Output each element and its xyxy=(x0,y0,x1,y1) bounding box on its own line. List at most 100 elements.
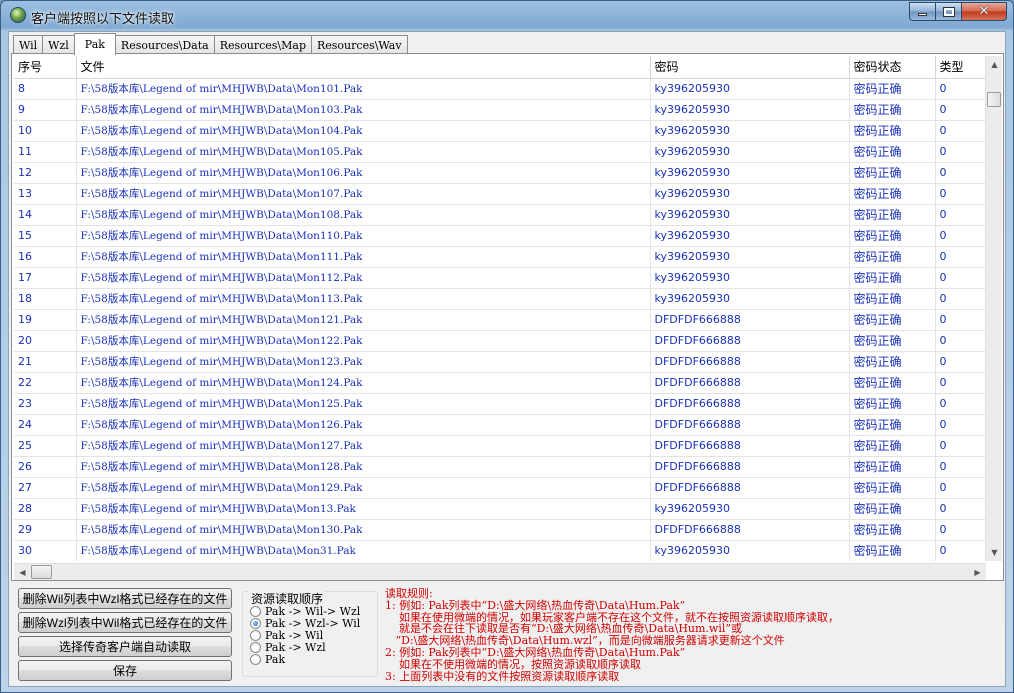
read-order-option[interactable]: Pak -> Wzl-> Wil xyxy=(250,617,360,630)
horizontal-scroll-thumb[interactable] xyxy=(31,565,52,579)
cell-password-status: 密码正确 xyxy=(849,435,936,457)
cell-file: F:\58版本库\Legend of mir\MHJWB\Data\Mon104… xyxy=(76,120,651,142)
table-row[interactable]: 21 F:\58版本库\Legend of mir\MHJWB\Data\Mon1… xyxy=(14,351,986,373)
table-row[interactable]: 22 F:\58版本库\Legend of mir\MHJWB\Data\Mon1… xyxy=(14,372,986,394)
table-row[interactable]: 8 F:\58版本库\Legend of mir\MHJWB\Data\Mon10… xyxy=(14,78,986,100)
header-file[interactable]: 文件 xyxy=(76,56,651,79)
table-row[interactable]: 13 F:\58版本库\Legend of mir\MHJWB\Data\Mon1… xyxy=(14,183,986,205)
read-order-option[interactable]: Pak xyxy=(250,653,285,666)
bottom-panel: 删除Wil列表中Wzl格式已经存在的文件 删除Wzl列表中Wil格式已经存在的文… xyxy=(9,585,1007,688)
table-row[interactable]: 23 F:\58版本库\Legend of mir\MHJWB\Data\Mon1… xyxy=(14,393,986,415)
cell-type: 0 xyxy=(935,288,986,310)
cell-type: 0 xyxy=(935,540,986,561)
cell-password-status: 密码正确 xyxy=(849,372,936,394)
cell-type: 0 xyxy=(935,309,986,331)
cell-index: 25 xyxy=(14,435,77,457)
cell-type: 0 xyxy=(935,141,986,163)
cell-index: 24 xyxy=(14,414,77,436)
delete-wil-in-wzl-button[interactable]: 删除Wzl列表中Wil格式已经存在的文件 xyxy=(18,612,232,633)
header-type[interactable]: 类型 xyxy=(935,56,986,79)
tab-pak[interactable]: Pak xyxy=(73,33,116,55)
title-bar[interactable]: 客户端按照以下文件读取 ✕ xyxy=(1,1,1013,31)
radio-checked-icon[interactable] xyxy=(250,617,261,629)
cell-type: 0 xyxy=(935,519,986,541)
table-row[interactable]: 10 F:\58版本库\Legend of mir\MHJWB\Data\Mon1… xyxy=(14,120,986,142)
tab-wzl[interactable]: Wzl xyxy=(42,35,75,54)
read-order-option[interactable]: Pak -> Wzl xyxy=(250,641,326,654)
table-row[interactable]: 30 F:\58版本库\Legend of mir\MHJWB\Data\Mon3… xyxy=(14,540,986,561)
table-row[interactable]: 9 F:\58版本库\Legend of mir\MHJWB\Data\Mon10… xyxy=(14,99,986,121)
scroll-up-arrow-icon[interactable]: ▲ xyxy=(986,56,1003,73)
table-row[interactable]: 18 F:\58版本库\Legend of mir\MHJWB\Data\Mon1… xyxy=(14,288,986,310)
cell-password: ky396205930 xyxy=(650,99,850,121)
cell-password: ky396205930 xyxy=(650,225,850,247)
cell-password: DFDFDF666888 xyxy=(650,414,850,436)
cell-password-status: 密码正确 xyxy=(849,99,936,121)
auto-read-client-button[interactable]: 选择传奇客户端自动读取 xyxy=(18,636,232,657)
radio-unchecked-icon[interactable] xyxy=(250,641,261,653)
maximize-button[interactable] xyxy=(936,2,962,21)
vertical-scrollbar[interactable]: ▲ ▼ xyxy=(985,56,1002,561)
table-row[interactable]: 27 F:\58版本库\Legend of mir\MHJWB\Data\Mon1… xyxy=(14,477,986,499)
scroll-down-arrow-icon[interactable]: ▼ xyxy=(986,544,1003,561)
cell-index: 29 xyxy=(14,519,77,541)
cell-password: DFDFDF666888 xyxy=(650,477,850,499)
cell-index: 11 xyxy=(14,141,77,163)
table-row[interactable]: 12 F:\58版本库\Legend of mir\MHJWB\Data\Mon1… xyxy=(14,162,986,184)
cell-file: F:\58版本库\Legend of mir\MHJWB\Data\Mon111… xyxy=(76,246,651,268)
app-window: 客户端按照以下文件读取 ✕ Wil Wzl Pak Resources\Data Res… xyxy=(0,0,1014,693)
close-button[interactable]: ✕ xyxy=(962,2,1007,21)
cell-password-status: 密码正确 xyxy=(849,330,936,352)
cell-password: DFDFDF666888 xyxy=(650,372,850,394)
table-row[interactable]: 11 F:\58版本库\Legend of mir\MHJWB\Data\Mon1… xyxy=(14,141,986,163)
table-row[interactable]: 17 F:\58版本库\Legend of mir\MHJWB\Data\Mon1… xyxy=(14,267,986,289)
scroll-left-arrow-icon[interactable]: ◀ xyxy=(14,564,31,581)
cell-file: F:\58版本库\Legend of mir\MHJWB\Data\Mon121… xyxy=(76,309,651,331)
cell-index: 17 xyxy=(14,267,77,289)
delete-wzl-in-wil-button[interactable]: 删除Wil列表中Wzl格式已经存在的文件 xyxy=(18,588,232,609)
table-body: 8 F:\58版本库\Legend of mir\MHJWB\Data\Mon10… xyxy=(14,78,986,561)
read-order-option[interactable]: Pak -> Wil xyxy=(250,629,323,642)
cell-type: 0 xyxy=(935,162,986,184)
tab-panel-pak: 序号 文件 密码 密码状态 类型 8 F:\58版本库\Legend of mir\MHJ… xyxy=(11,53,1004,581)
cell-index: 15 xyxy=(14,225,77,247)
cell-file: F:\58版本库\Legend of mir\MHJWB\Data\Mon129… xyxy=(76,477,651,499)
cell-password-status: 密码正确 xyxy=(849,456,936,478)
radio-unchecked-icon[interactable] xyxy=(250,653,261,665)
tab-resources-data[interactable]: Resources\Data xyxy=(114,35,215,54)
tab-resources-map[interactable]: Resources\Map xyxy=(213,35,312,54)
table-row[interactable]: 26 F:\58版本库\Legend of mir\MHJWB\Data\Mon1… xyxy=(14,456,986,478)
read-order-option[interactable]: Pak -> Wil-> Wzl xyxy=(250,605,360,618)
header-password[interactable]: 密码 xyxy=(650,56,850,79)
minimize-button[interactable] xyxy=(909,2,936,21)
save-button[interactable]: 保存 xyxy=(18,660,232,681)
table-row[interactable]: 28 F:\58版本库\Legend of mir\MHJWB\Data\Mon1… xyxy=(14,498,986,520)
table-row[interactable]: 25 F:\58版本库\Legend of mir\MHJWB\Data\Mon1… xyxy=(14,435,986,457)
tab-wil[interactable]: Wil xyxy=(13,35,44,54)
cell-password: ky396205930 xyxy=(650,267,850,289)
cell-password: ky396205930 xyxy=(650,120,850,142)
table-row[interactable]: 15 F:\58版本库\Legend of mir\MHJWB\Data\Mon1… xyxy=(14,225,986,247)
radio-unchecked-icon[interactable] xyxy=(250,605,261,617)
cell-password-status: 密码正确 xyxy=(849,477,936,499)
tab-resources-wav[interactable]: Resources\Wav xyxy=(311,35,408,54)
header-password-status[interactable]: 密码状态 xyxy=(849,56,936,79)
cell-file: F:\58版本库\Legend of mir\MHJWB\Data\Mon128… xyxy=(76,456,651,478)
cell-type: 0 xyxy=(935,456,986,478)
table-row[interactable]: 29 F:\58版本库\Legend of mir\MHJWB\Data\Mon1… xyxy=(14,519,986,541)
client-area: Wil Wzl Pak Resources\Data Resources\Map Reso… xyxy=(8,31,1006,687)
header-index[interactable]: 序号 xyxy=(14,56,77,79)
table-row[interactable]: 19 F:\58版本库\Legend of mir\MHJWB\Data\Mon1… xyxy=(14,309,986,331)
cell-password: DFDFDF666888 xyxy=(650,351,850,373)
table-row[interactable]: 20 F:\58版本库\Legend of mir\MHJWB\Data\Mon1… xyxy=(14,330,986,352)
scroll-right-arrow-icon[interactable]: ▶ xyxy=(969,564,986,581)
radio-unchecked-icon[interactable] xyxy=(250,629,261,641)
horizontal-scrollbar[interactable]: ◀ ▶ xyxy=(14,563,986,580)
table-row[interactable]: 16 F:\58版本库\Legend of mir\MHJWB\Data\Mon1… xyxy=(14,246,986,268)
table-row[interactable]: 24 F:\58版本库\Legend of mir\MHJWB\Data\Mon1… xyxy=(14,414,986,436)
cell-type: 0 xyxy=(935,225,986,247)
cell-type: 0 xyxy=(935,120,986,142)
rule-line: 如果在不使用微端的情况，按照资源读取顺序读取 xyxy=(385,657,641,671)
vertical-scroll-thumb[interactable] xyxy=(987,92,1001,107)
table-row[interactable]: 14 F:\58版本库\Legend of mir\MHJWB\Data\Mon1… xyxy=(14,204,986,226)
